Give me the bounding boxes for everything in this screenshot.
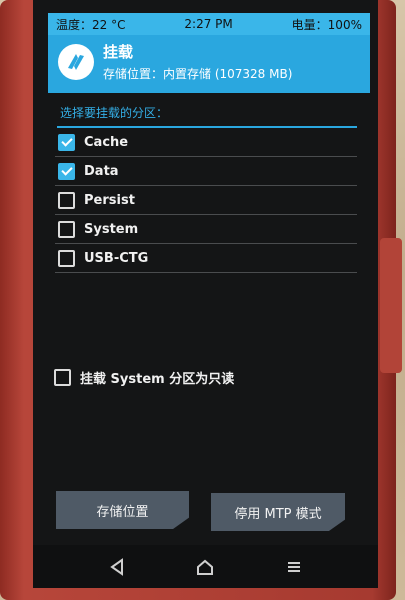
partition-row-persist[interactable]: Persist bbox=[55, 186, 357, 215]
navigation-bar bbox=[33, 545, 378, 588]
battery-text: 电量：100% bbox=[291, 17, 362, 32]
twrp-logo-icon bbox=[58, 44, 94, 80]
status-bar: 温度：22 °C 2:27 PM 电量：100% bbox=[48, 13, 370, 35]
page-title: 挂载 bbox=[103, 43, 134, 61]
home-icon[interactable] bbox=[192, 554, 218, 580]
partition-label: USB-CTG bbox=[84, 250, 149, 266]
case-side-button bbox=[380, 238, 402, 373]
partition-list: Cache Data Persist System USB-CTG bbox=[55, 128, 357, 273]
phone-screen: 温度：22 °C 2:27 PM 电量：100% 挂载 存储位置：内置存储 (1… bbox=[33, 0, 378, 588]
readonly-label: 挂载 System 分区为只读 bbox=[80, 372, 235, 387]
partition-label: Persist bbox=[84, 192, 135, 208]
checkbox-icon[interactable] bbox=[58, 191, 75, 209]
checkbox-icon[interactable] bbox=[58, 220, 75, 238]
header: 挂载 存储位置：内置存储 (107328 MB) bbox=[48, 35, 370, 93]
partition-row-usb-otg[interactable]: USB-CTG bbox=[55, 244, 357, 273]
partition-row-system[interactable]: System bbox=[55, 215, 357, 244]
storage-location-text: 存储位置：内置存储 (107328 MB) bbox=[103, 67, 293, 81]
menu-icon[interactable] bbox=[281, 554, 307, 580]
temperature-text: 温度：22 °C bbox=[56, 17, 126, 32]
mount-system-readonly-option[interactable]: 挂载 System 分区为只读 bbox=[51, 368, 234, 387]
partition-label: Cache bbox=[84, 134, 129, 150]
disable-mtp-button[interactable]: 停用 MTP 模式 bbox=[211, 493, 345, 531]
partition-row-cache[interactable]: Cache bbox=[55, 128, 357, 157]
partition-label: Data bbox=[84, 163, 119, 179]
checkbox-icon[interactable] bbox=[58, 249, 75, 267]
partition-row-data[interactable]: Data bbox=[55, 157, 357, 186]
checkbox-checked-icon[interactable] bbox=[58, 133, 75, 151]
time-text: 2:27 PM bbox=[184, 17, 233, 31]
partition-section-title: 选择要挂载的分区： bbox=[60, 106, 169, 120]
partition-label: System bbox=[84, 221, 139, 237]
checkbox-checked-icon[interactable] bbox=[58, 162, 75, 180]
storage-location-button[interactable]: 存储位置 bbox=[56, 491, 189, 529]
checkbox-icon[interactable] bbox=[54, 369, 71, 386]
back-icon[interactable] bbox=[104, 554, 130, 580]
